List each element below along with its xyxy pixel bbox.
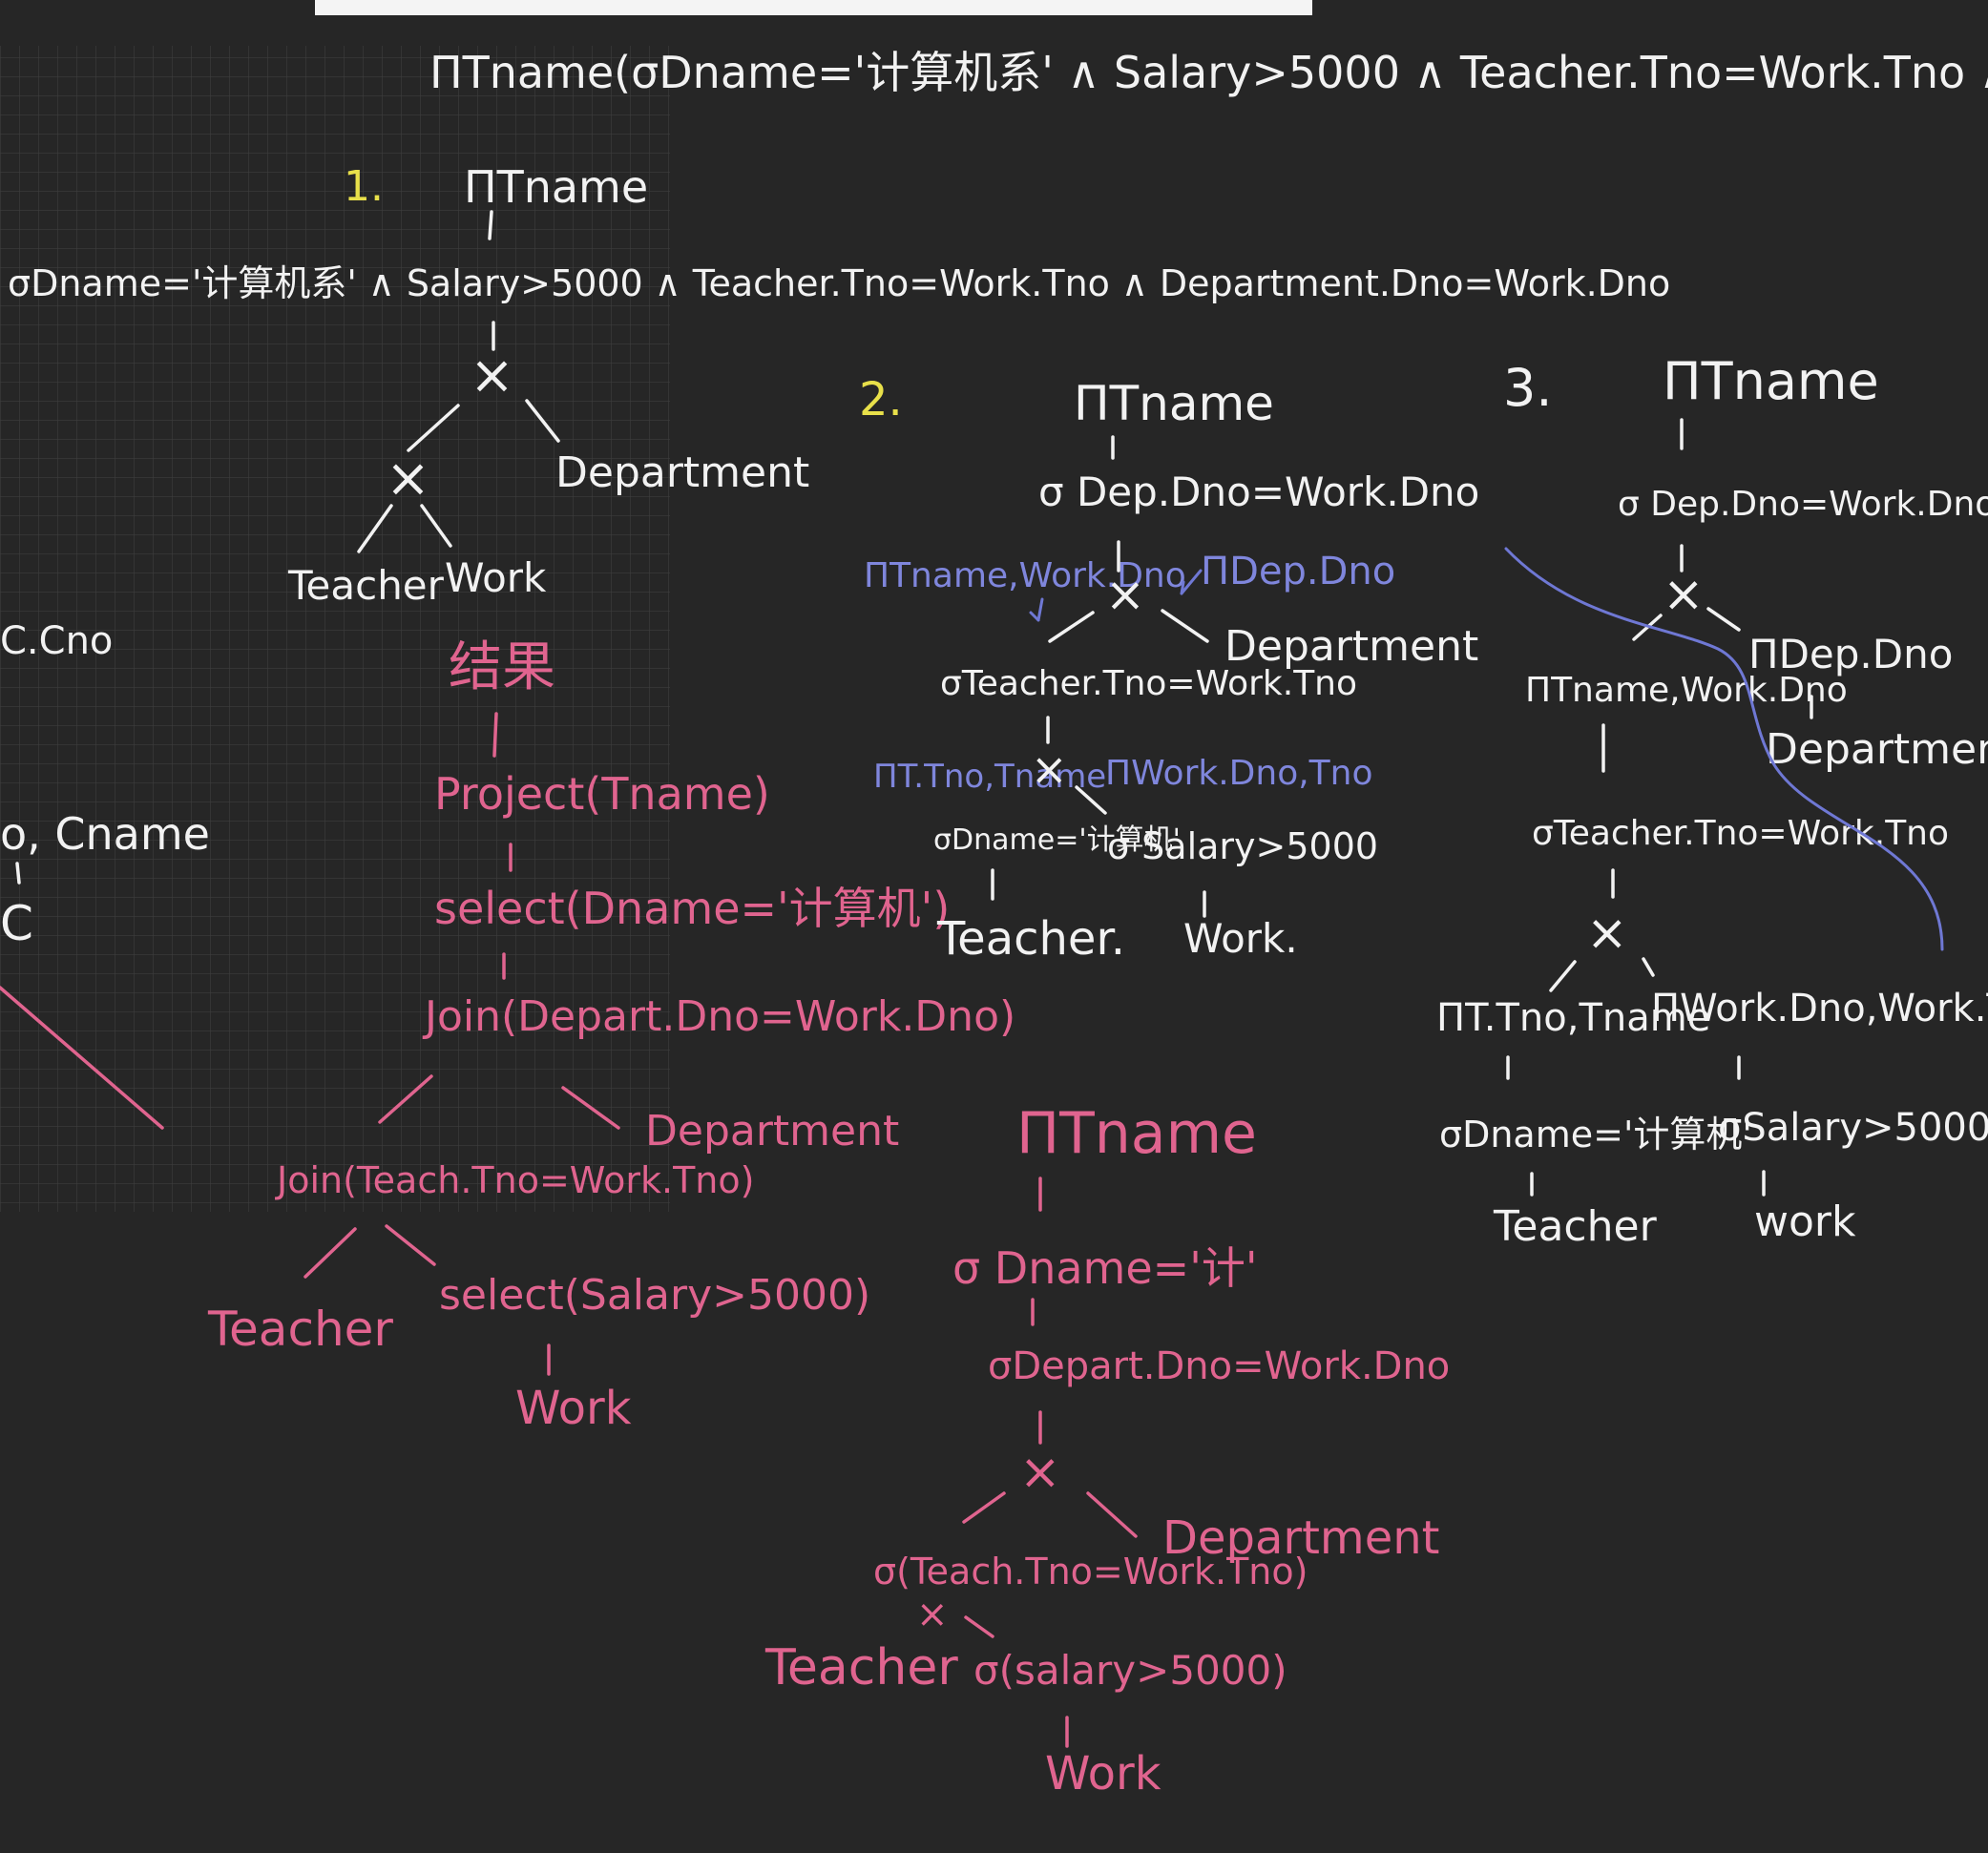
tree4-pi: ΠTname xyxy=(1016,1100,1257,1167)
pink-work: Work xyxy=(515,1382,632,1435)
tree3-cross1: × xyxy=(1663,566,1705,623)
partial-cname: o, Cname xyxy=(0,808,210,860)
tree1-cross2: × xyxy=(386,448,430,510)
whiteboard-canvas: ΠTname(σDname='计算机系' ∧ Salary>5000 ∧ Tea… xyxy=(0,0,1988,1801)
tree2-number: 2. xyxy=(859,373,903,427)
tree2-sigma2: σTeacher.Tno=Work.Tno xyxy=(940,664,1357,703)
tree2-teacher: Teacher. xyxy=(936,912,1125,966)
tree3-sigma2: σTeacher.Tno=Work.Tno xyxy=(1532,814,1949,853)
tree3-pi-w: ΠWork.Dno,Work.Tno xyxy=(1651,987,1988,1031)
pink-select2: select(Salary>5000) xyxy=(439,1271,870,1320)
partial-cno: C.Cno xyxy=(0,619,113,663)
pink-project: Project(Tname) xyxy=(434,768,770,820)
tree2-pi: ΠTname xyxy=(1074,376,1274,431)
tree2-cross1: × xyxy=(1105,567,1145,622)
tree2-sigma: σ Dep.Dno=Work.Dno xyxy=(1038,468,1479,515)
tree4-cross1: × xyxy=(1019,1444,1061,1501)
tree4-work: Work xyxy=(1045,1747,1161,1801)
pink-join2: Join(Teach.Tno=Work.Tno) xyxy=(275,1159,754,1201)
tree4-sigma1: σ Dname='计' xyxy=(952,1242,1257,1294)
top-white-bar xyxy=(315,0,1312,15)
tree2-sigma-salary: σ Salary>5000 xyxy=(1107,825,1378,867)
tree3-department: Department xyxy=(1766,725,1988,774)
pink-department: Department xyxy=(645,1107,899,1156)
tree1-cross1: × xyxy=(470,344,514,406)
tree2-work: Work. xyxy=(1183,915,1298,962)
pink-teacher: Teacher xyxy=(207,1301,393,1357)
pink-result: 结果 xyxy=(449,636,555,698)
tree4-cross2: × xyxy=(916,1593,949,1636)
tree4-sigma-salary: σ(salary>5000) xyxy=(973,1647,1287,1694)
tree1-teacher: Teacher xyxy=(287,562,445,609)
tree4-sigma2: σDepart.Dno=Work.Dno xyxy=(988,1344,1450,1388)
tree3-teacher: Teacher xyxy=(1493,1202,1658,1251)
tree2-pi-right-blue: ΠDep.Dno xyxy=(1201,550,1395,593)
tree1-sigma: σDname='计算机系' ∧ Salary>5000 ∧ Teacher.Tn… xyxy=(8,262,1670,304)
tree3-number: 3. xyxy=(1503,358,1553,418)
tree2-pi-w-blue: ΠWork.Dno,Tno xyxy=(1105,754,1373,793)
tree1-number: 1. xyxy=(344,162,384,211)
tree3-work: work xyxy=(1754,1197,1856,1246)
tree4-teacher: Teacher xyxy=(764,1639,958,1697)
formula-text: ΠTname(σDname='计算机系' ∧ Salary>5000 ∧ Tea… xyxy=(429,47,1988,98)
tree2-cross2: × xyxy=(1031,743,1068,795)
partial-c: C xyxy=(0,896,33,951)
tree1-department: Department xyxy=(555,448,809,497)
tree1-pi: ΠTname xyxy=(464,161,648,213)
tree3-pi: ΠTname xyxy=(1663,351,1879,411)
tree3-pi-right: ΠDep.Dno xyxy=(1748,631,1953,677)
tree3-sigma-salary: σSalary>5000 xyxy=(1718,1106,1988,1150)
tree2-pi-t-blue: ΠT.Tno,Tname xyxy=(873,758,1106,796)
tree3-sigma: σ Dep.Dno=Work.Dno xyxy=(1618,485,1988,524)
tree3-sigma-dname: σDname='计算机' xyxy=(1439,1114,1752,1156)
pink-select: select(Dname='计算机') xyxy=(434,883,950,934)
pink-join1: Join(Depart.Dno=Work.Dno) xyxy=(422,992,1015,1041)
tree4-department: Department xyxy=(1162,1511,1439,1565)
tree1-work: Work xyxy=(445,554,547,601)
tree3-cross2: × xyxy=(1586,905,1628,962)
